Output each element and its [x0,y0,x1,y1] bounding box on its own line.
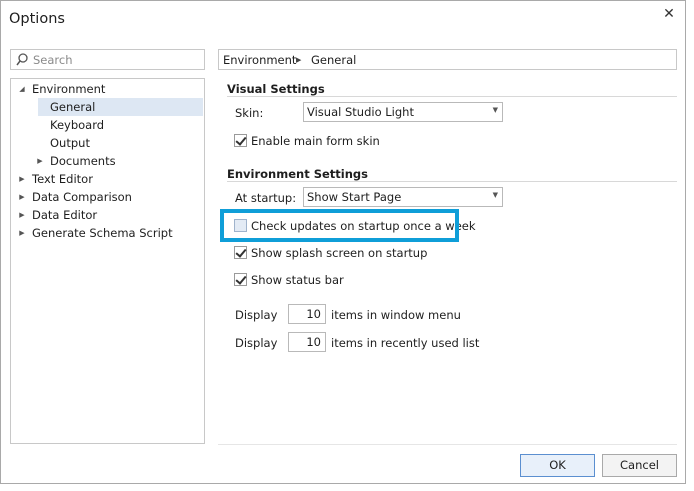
tree-item-label: Environment [32,82,106,96]
startup-label: At startup: [235,191,297,205]
tree-item-text-editor[interactable]: ▶ Text Editor [11,170,204,188]
search-icon [16,53,28,66]
search-input[interactable]: Search [33,53,73,67]
status-bar-checkbox[interactable] [234,273,247,286]
enable-skin-label[interactable]: Enable main form skin [251,134,380,148]
cancel-button[interactable]: Cancel [602,454,677,477]
chevron-down-icon[interactable]: ▼ [493,106,498,114]
skin-value: Visual Studio Light [307,105,414,119]
options-tree: ◢ Environment General Keyboard Output ▶ … [10,78,205,444]
tree-item-label: Generate Schema Script [32,226,173,240]
display-recent-list-prefix: Display [235,336,278,350]
tree-item-label: Text Editor [32,172,93,186]
expanded-arrow-icon[interactable]: ◢ [17,80,27,98]
collapsed-arrow-icon[interactable]: ▶ [17,170,27,188]
skin-label: Skin: [235,106,264,120]
splash-label[interactable]: Show splash screen on startup [251,246,427,260]
tree-item-output[interactable]: Output [11,134,204,152]
splash-checkbox[interactable] [234,246,247,259]
collapsed-arrow-icon[interactable]: ▶ [35,152,45,170]
tree-item-data-editor[interactable]: ▶ Data Editor [11,206,204,224]
bottom-divider [218,444,677,445]
tree-item-generate-schema-script[interactable]: ▶ Generate Schema Script [11,224,204,242]
tree-item-documents[interactable]: ▶ Documents [11,152,204,170]
tree-item-label: Data Editor [32,208,98,222]
tree-item-data-comparison[interactable]: ▶ Data Comparison [11,188,204,206]
dialog-title: Options [9,11,65,27]
collapsed-arrow-icon[interactable]: ▶ [17,188,27,206]
window-menu-count-input[interactable]: 10 [288,304,326,324]
display-window-menu-suffix: items in window menu [331,308,461,322]
section-divider [227,181,677,182]
tree-item-label: General [50,100,96,114]
window-menu-count-value: 10 [306,307,321,321]
tree-item-keyboard[interactable]: Keyboard [11,116,204,134]
display-window-menu-prefix: Display [235,308,278,322]
tree-item-general[interactable]: General [11,98,204,116]
status-bar-label[interactable]: Show status bar [251,273,344,287]
enable-skin-checkbox[interactable] [234,134,247,147]
visual-settings-title: Visual Settings [227,82,325,96]
breadcrumb-root[interactable]: Environment [223,53,296,67]
chevron-down-icon[interactable]: ▼ [493,191,498,199]
close-icon[interactable]: ✕ [658,4,680,24]
environment-settings-title: Environment Settings [227,167,368,181]
tree-item-environment[interactable]: ◢ Environment [11,80,204,98]
breadcrumb-separator-icon: ▶ [296,56,302,64]
breadcrumb: Environment ▶ General [218,49,677,70]
recent-list-count-value: 10 [306,335,321,349]
tree-item-label: Data Comparison [32,190,132,204]
startup-value: Show Start Page [307,190,402,204]
display-recent-list-suffix: items in recently used list [331,336,480,350]
tree-item-label: Keyboard [50,118,105,132]
recent-list-count-input[interactable]: 10 [288,332,326,352]
tree-item-label: Documents [50,154,116,168]
ok-button[interactable]: OK [520,454,595,477]
options-dialog: Options ✕ Search ◢ Environment General K… [0,0,686,484]
search-box[interactable]: Search [10,49,205,70]
skin-select[interactable]: Visual Studio Light ▼ [303,102,503,122]
tree-item-label: Output [50,136,90,150]
collapsed-arrow-icon[interactable]: ▶ [17,224,27,242]
collapsed-arrow-icon[interactable]: ▶ [17,206,27,224]
section-divider [227,96,677,97]
breadcrumb-current: General [311,53,357,67]
highlight-frame [220,209,459,242]
startup-select[interactable]: Show Start Page ▼ [303,187,503,207]
